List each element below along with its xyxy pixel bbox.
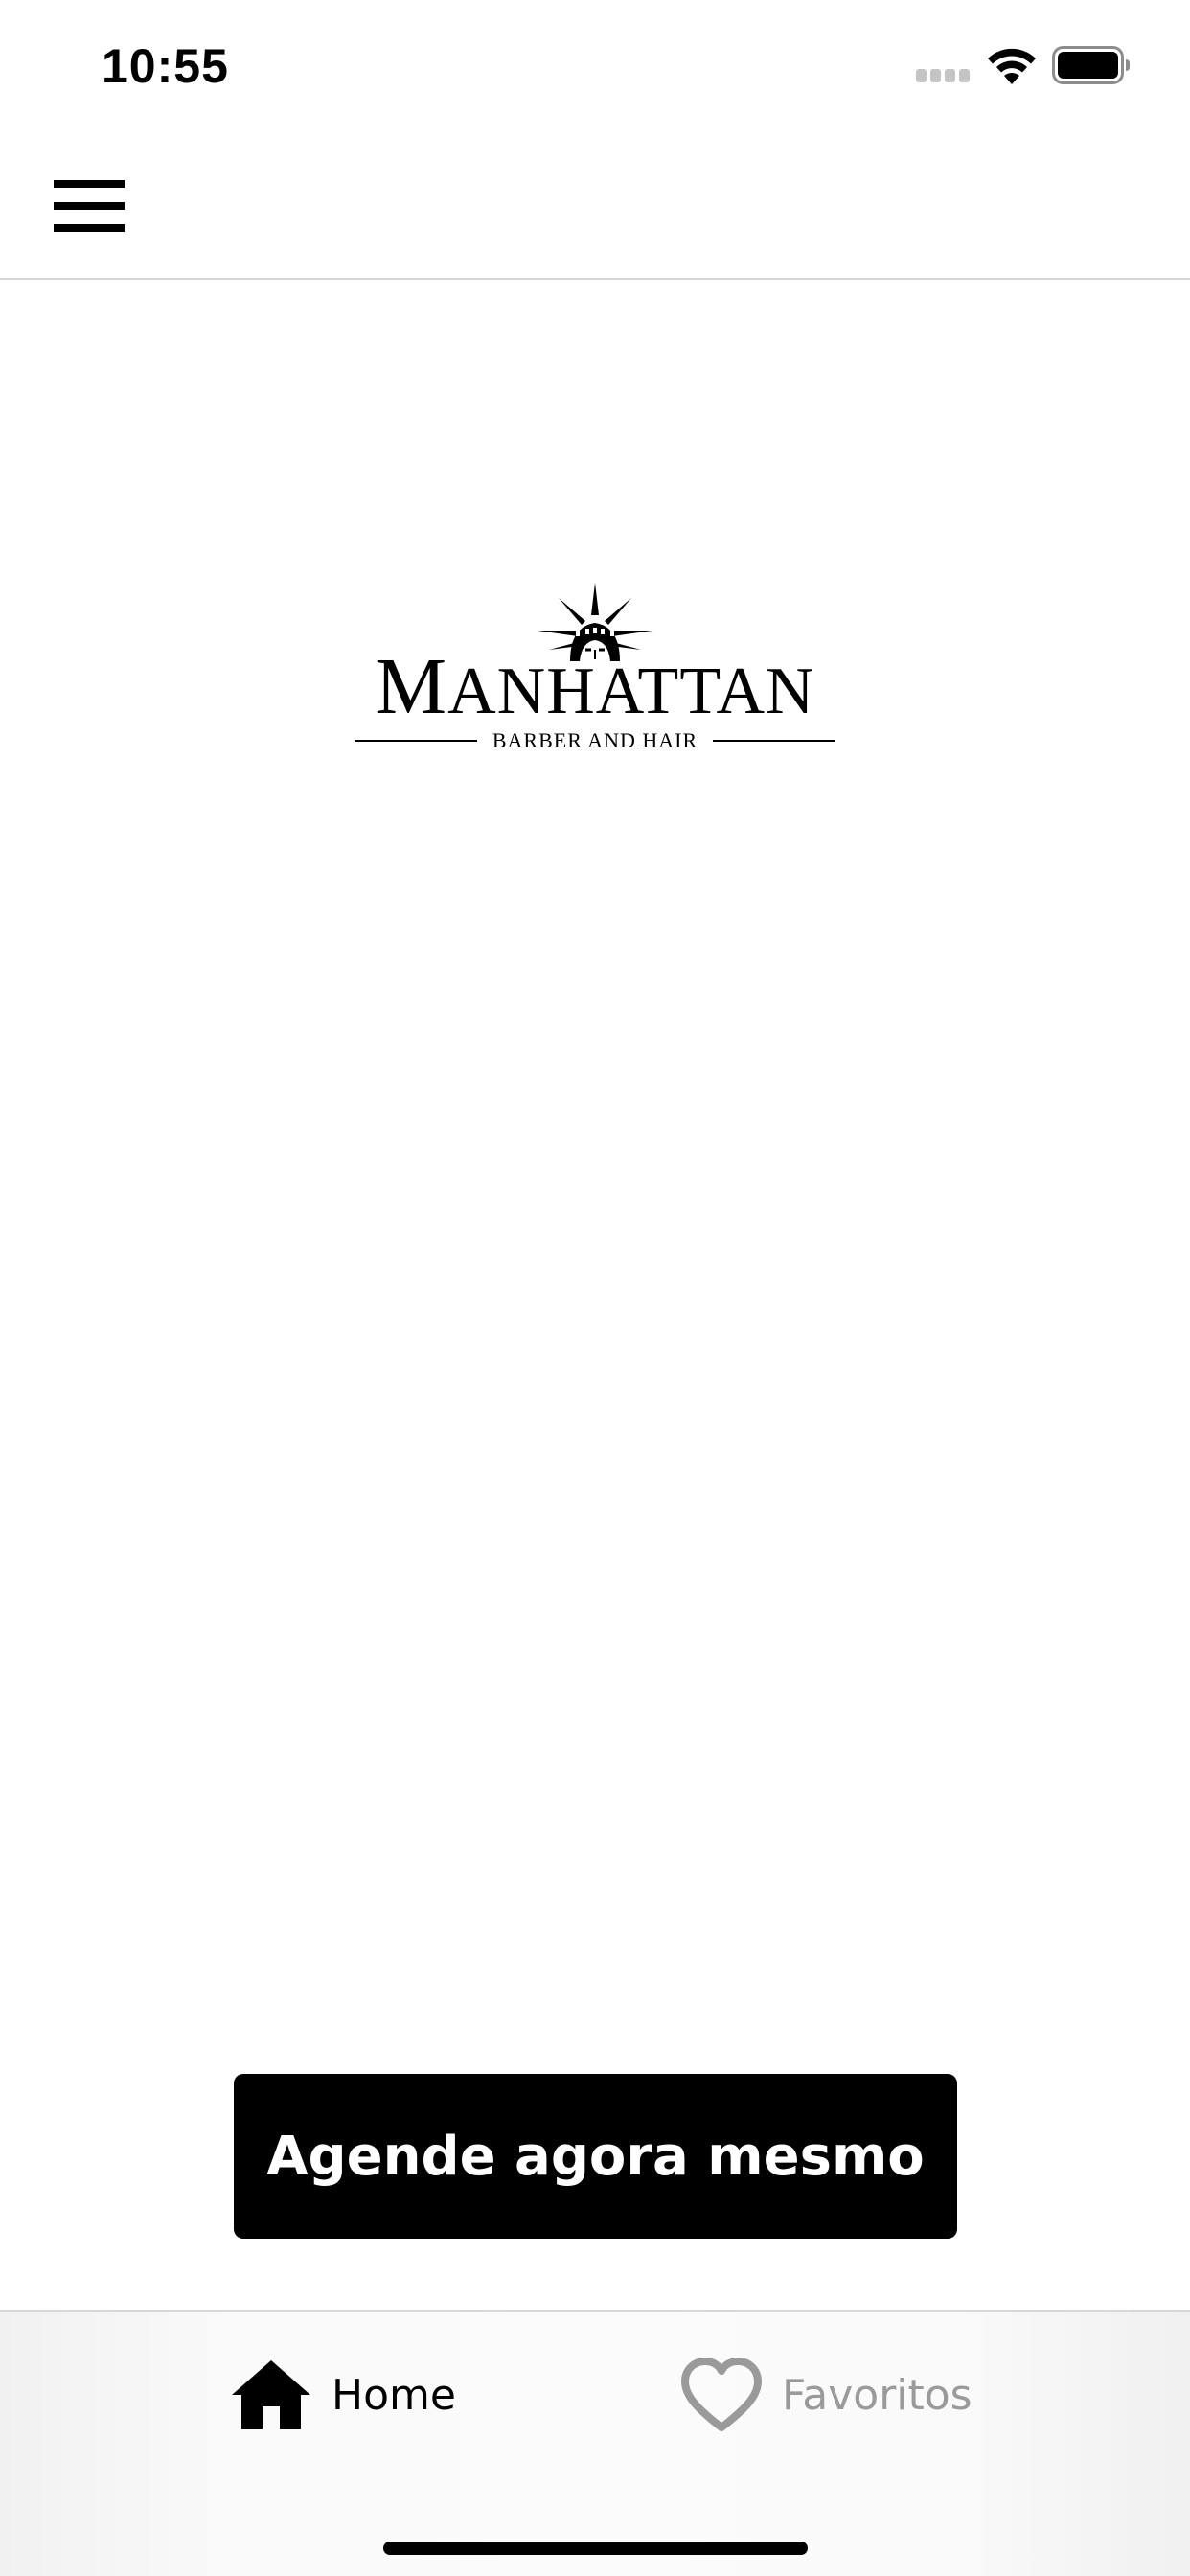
home-indicator[interactable]: [383, 2542, 808, 2555]
app-screen: 10:55 MANHATTAN BARBER AND HAIR Agende a…: [0, 0, 1190, 2576]
tab-favoritos-label: Favoritos: [782, 2370, 973, 2420]
logo-divider-right: [713, 740, 836, 742]
bottom-tab-bar: Home Favoritos: [0, 2310, 1190, 2576]
tab-home[interactable]: Home: [230, 2352, 456, 2438]
status-time: 10:55: [102, 39, 229, 93]
home-icon: [232, 2360, 310, 2429]
logo-divider-left: [354, 740, 477, 742]
hamburger-menu-icon: [54, 180, 125, 232]
book-now-button[interactable]: Agende agora mesmo: [234, 2074, 957, 2239]
logo-title-rest: ANHATTAN: [447, 655, 815, 728]
top-navigation-bar: [0, 126, 1190, 280]
tab-favoritos[interactable]: Favoritos: [680, 2352, 973, 2438]
cellular-signal-icon: [916, 69, 970, 82]
menu-button[interactable]: [50, 176, 128, 236]
logo-title-initial: M: [375, 642, 448, 731]
battery-icon: [1052, 46, 1130, 84]
heart-icon: [681, 2358, 762, 2431]
logo-subtitle-row: BARBER AND HAIR: [349, 726, 841, 755]
brand-logo: MANHATTAN BARBER AND HAIR: [349, 583, 841, 755]
status-bar: 10:55: [0, 0, 1190, 126]
wifi-icon: [988, 48, 1036, 84]
logo-subtitle: BARBER AND HAIR: [492, 728, 698, 752]
tab-home-label: Home: [332, 2370, 456, 2420]
logo-title: MANHATTAN: [349, 644, 841, 735]
